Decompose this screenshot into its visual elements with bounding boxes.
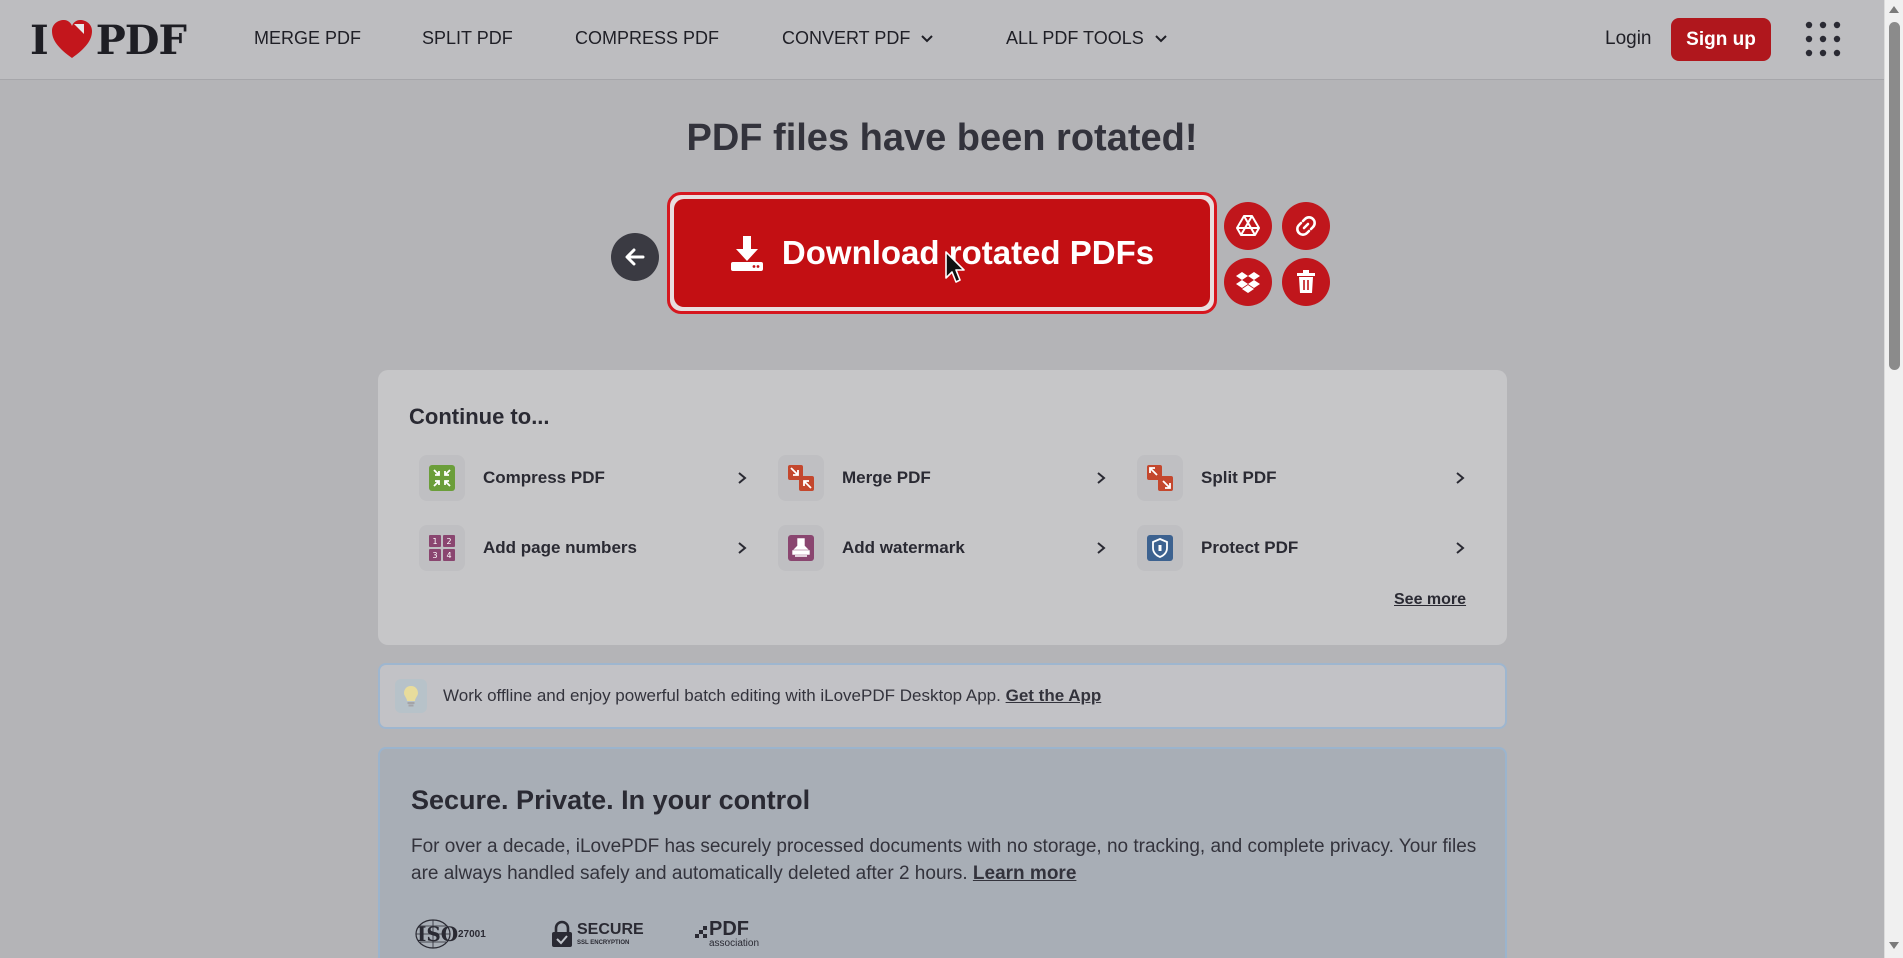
- chevron-down-icon: [921, 34, 934, 42]
- merge-icon: [778, 455, 824, 501]
- learn-more-link[interactable]: Learn more: [973, 863, 1076, 884]
- secure-label: SECURE: [577, 921, 644, 938]
- chevron-right-icon: [1456, 542, 1465, 554]
- iso-number: 27001: [458, 928, 486, 940]
- dropbox-button[interactable]: [1224, 258, 1272, 306]
- mouse-cursor-icon: [945, 251, 965, 283]
- pdf-association-mark-icon: [695, 926, 707, 938]
- nav-convert-label: CONVERT PDF: [782, 28, 911, 48]
- banner-text: Work offline and enjoy powerful batch ed…: [443, 686, 1101, 706]
- association-label: association: [709, 938, 760, 949]
- banner-message: Work offline and enjoy powerful batch ed…: [443, 686, 1001, 705]
- continue-compress-pdf[interactable]: Compress PDF: [419, 455, 749, 501]
- split-icon: [1137, 455, 1183, 501]
- login-link[interactable]: Login: [1605, 28, 1652, 50]
- nav-convert-pdf[interactable]: CONVERT PDF: [782, 28, 934, 49]
- svg-text:2: 2: [447, 537, 452, 546]
- nav-split-pdf[interactable]: SPLIT PDF: [422, 28, 513, 49]
- iso-27001-badge: ISO 27001: [414, 917, 486, 951]
- chevron-down-icon: [1155, 34, 1167, 42]
- nav-compress-pdf[interactable]: COMPRESS PDF: [575, 28, 719, 49]
- continue-add-watermark[interactable]: Add watermark: [778, 525, 1108, 571]
- nav-merge-pdf[interactable]: MERGE PDF: [254, 28, 361, 49]
- chevron-right-icon: [738, 542, 747, 554]
- continue-split-pdf[interactable]: Split PDF: [1137, 455, 1467, 501]
- ssl-label: SSL ENCRYPTION: [577, 940, 630, 946]
- chevron-right-icon: [1456, 472, 1465, 484]
- download-rotated-pdfs-button[interactable]: Download rotated PDFs: [674, 199, 1210, 307]
- nav-all-pdf-tools[interactable]: ALL PDF TOOLS: [1006, 28, 1168, 49]
- svg-text:4: 4: [447, 551, 452, 560]
- tool-label: Split PDF: [1201, 468, 1277, 487]
- dropbox-icon: [1236, 272, 1260, 293]
- svg-text:3: 3: [433, 551, 438, 560]
- google-drive-button[interactable]: [1224, 202, 1272, 250]
- pdf-label: PDF: [709, 918, 749, 940]
- scroll-down-arrow[interactable]: [1889, 942, 1899, 949]
- chevron-right-icon: [1097, 472, 1106, 484]
- chevron-right-icon: [1097, 542, 1106, 554]
- watermark-icon: [778, 525, 824, 571]
- lock-icon: [552, 920, 572, 947]
- top-header: I PDF MERGE PDF SPLIT PDF COMPRESS PDF C…: [0, 0, 1884, 80]
- nav-all-tools-label: ALL PDF TOOLS: [1006, 28, 1144, 48]
- secure-body: For over a decade, iLovePDF has securely…: [411, 836, 1477, 884]
- iso-text: ISO: [417, 922, 459, 946]
- tool-label: Merge PDF: [842, 468, 931, 487]
- tool-label: Protect PDF: [1201, 538, 1299, 557]
- heart-logo-icon: [51, 20, 92, 58]
- download-icon: [730, 236, 763, 271]
- see-more-link[interactable]: See more: [1394, 591, 1466, 609]
- pdf-association-badge: PDF association: [695, 917, 759, 951]
- logo-letter-i: I: [30, 16, 49, 64]
- continue-title: Continue to...: [409, 404, 550, 429]
- scroll-up-arrow[interactable]: [1889, 6, 1899, 13]
- page-title: PDF files have been rotated!: [686, 117, 1198, 159]
- shield-icon: [1137, 525, 1183, 571]
- ssl-secure-badge: SECURE SSL ENCRYPTION: [551, 917, 644, 951]
- compress-icon: [419, 455, 465, 501]
- logo-letters-pdf: PDF: [95, 16, 187, 64]
- lightbulb-icon: [395, 679, 427, 713]
- continue-merge-pdf[interactable]: Merge PDF: [778, 455, 1108, 501]
- signup-button[interactable]: Sign up: [1671, 18, 1771, 61]
- chevron-right-icon: [738, 472, 747, 484]
- nav-split-label: SPLIT PDF: [422, 28, 513, 48]
- nav-merge-label: MERGE PDF: [254, 28, 362, 48]
- svg-text:1: 1: [433, 537, 438, 546]
- secure-title: Secure. Private. In your control: [411, 785, 811, 815]
- ilovepdf-logo[interactable]: I PDF: [30, 16, 187, 64]
- link-icon: [1296, 216, 1316, 236]
- page-numbers-icon: 1234: [419, 525, 465, 571]
- back-button[interactable]: [611, 233, 659, 281]
- download-label: Download rotated PDFs: [781, 234, 1155, 271]
- continue-protect-pdf[interactable]: Protect PDF: [1137, 525, 1467, 571]
- page-scrollbar[interactable]: [1884, 0, 1903, 958]
- secure-description: For over a decade, iLovePDF has securely…: [411, 833, 1481, 887]
- arrow-left-icon: [625, 248, 645, 266]
- google-drive-icon: [1236, 215, 1260, 236]
- tool-label: Add watermark: [842, 538, 965, 557]
- nav-compress-label: COMPRESS PDF: [575, 28, 720, 48]
- get-the-app-link[interactable]: Get the App: [1006, 686, 1102, 705]
- tool-label: Compress PDF: [483, 468, 605, 487]
- trash-icon: [1297, 270, 1315, 293]
- apps-grid-icon[interactable]: [1804, 20, 1842, 58]
- tool-label: Add page numbers: [483, 538, 637, 557]
- scroll-thumb[interactable]: [1889, 22, 1900, 370]
- continue-add-page-numbers[interactable]: 1234 Add page numbers: [419, 525, 749, 571]
- share-link-button[interactable]: [1282, 202, 1330, 250]
- delete-button[interactable]: [1282, 258, 1330, 306]
